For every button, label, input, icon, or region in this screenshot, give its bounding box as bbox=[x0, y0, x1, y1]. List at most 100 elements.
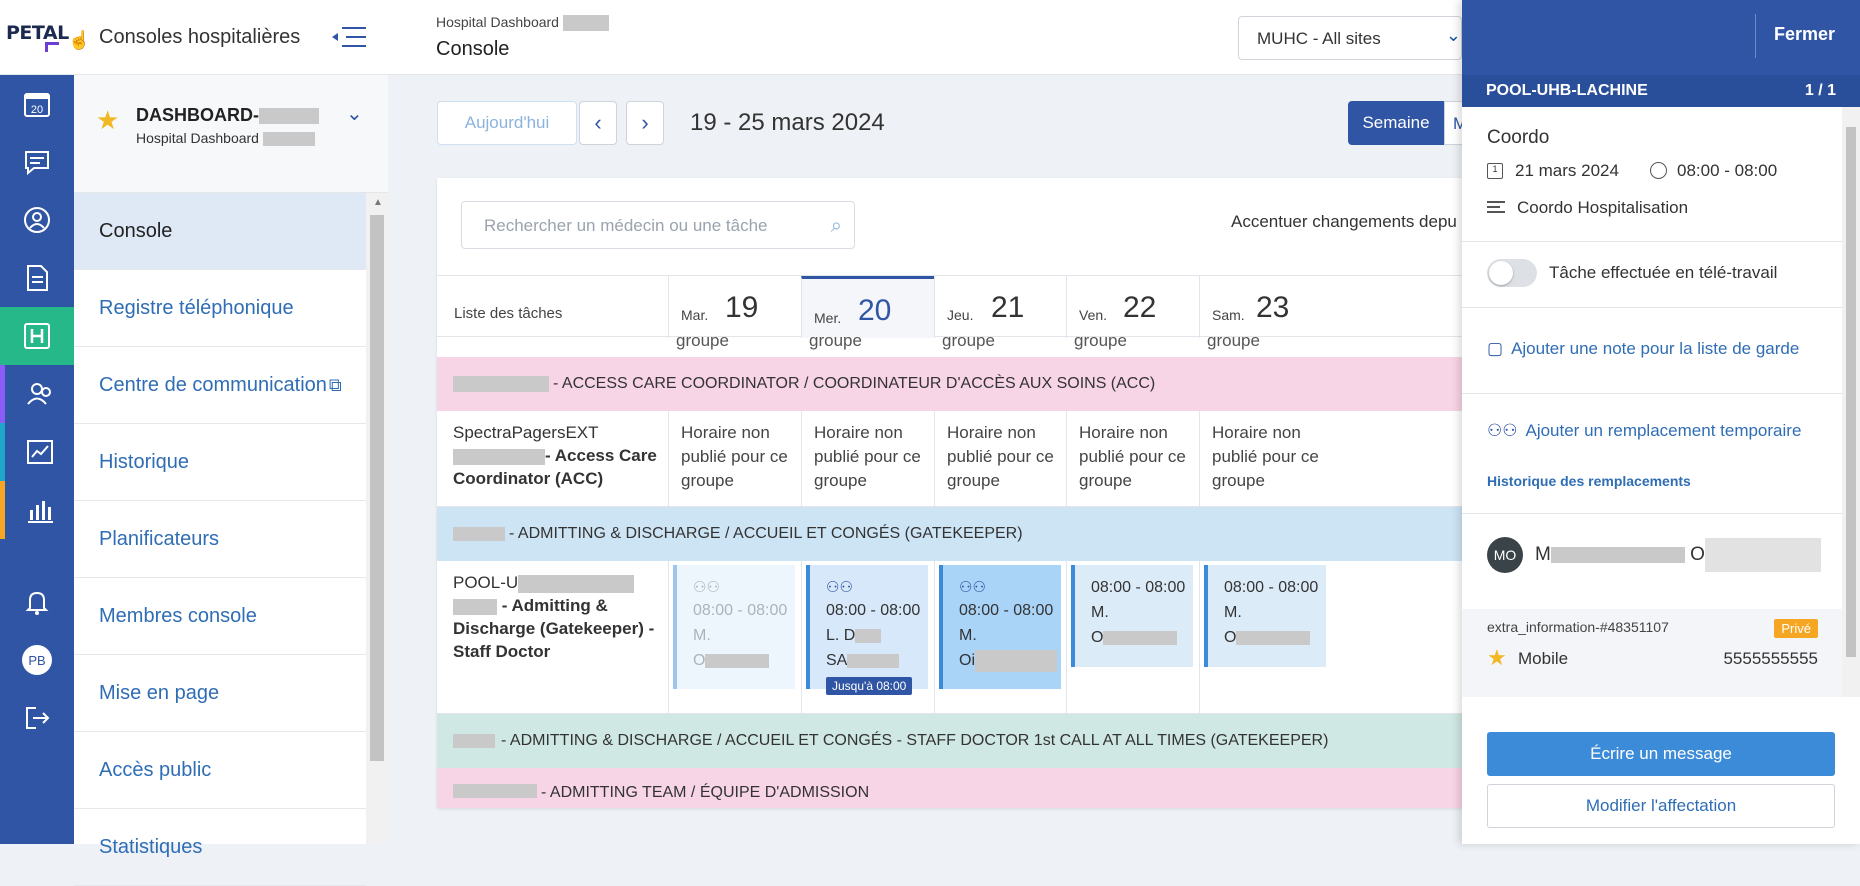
shift-block-selected[interactable]: ⚇⚇ 08:00 - 08:00 M. Oi bbox=[939, 565, 1061, 689]
week-view-button[interactable]: Semaine bbox=[1348, 101, 1444, 145]
close-button[interactable]: Fermer bbox=[1774, 24, 1835, 45]
add-note-link[interactable]: ▢ Ajouter une note pour la liste de garde bbox=[1487, 339, 1799, 359]
schedule-header: Liste des tâches Mar. 19 Mer. 20 Jeu. 21 Ve… bbox=[437, 275, 1462, 338]
day-header-wed[interactable]: Mer. 20 bbox=[801, 276, 934, 338]
schedule-cell[interactable]: Horaire non publié pour ce groupe bbox=[1199, 411, 1332, 506]
sidebar-item-communication-center[interactable]: Centre de communication ⧉ bbox=[74, 347, 366, 424]
previous-week-button[interactable]: ‹ bbox=[579, 101, 617, 145]
rail-documents[interactable] bbox=[0, 249, 74, 307]
pool-bar: POOL-UHB-LACHINE 1 / 1 bbox=[1462, 75, 1860, 107]
rail-hospital[interactable] bbox=[0, 307, 74, 365]
group-band-staff-doctor[interactable]: - ADMITTING & DISCHARGE / ACCUEIL ET CON… bbox=[437, 714, 1462, 768]
sidebar-item-layout[interactable]: Mise en page bbox=[74, 655, 366, 732]
panel-header: Fermer bbox=[1462, 0, 1860, 75]
shift-block[interactable]: 08:00 - 08:00 M. O bbox=[1071, 565, 1193, 667]
group-band-admitting-team[interactable]: - ADMITTING TEAM / ÉQUIPE D'ADMISSION bbox=[437, 768, 1462, 808]
day-header-tue[interactable]: Mar. 19 bbox=[668, 276, 801, 338]
rail-profile[interactable] bbox=[0, 191, 74, 249]
assignment-description: Coordo Hospitalisation bbox=[1487, 198, 1688, 218]
chevron-down-icon[interactable]: ⌄ bbox=[346, 101, 363, 126]
console-sidebar: ★ DASHBOARD- Hospital Dashboard ⌄ Consol… bbox=[74, 75, 388, 886]
schedule-cell[interactable]: Horaire non publié pour ce groupe bbox=[668, 411, 801, 506]
rail-user-menu[interactable]: PB bbox=[0, 631, 74, 689]
sidebar-item-label: Centre de communication bbox=[99, 373, 327, 396]
rail-notifications[interactable] bbox=[0, 573, 74, 631]
group-band-gatekeeper[interactable]: - ADMITTING & DISCHARGE / ACCUEIL ET CON… bbox=[437, 507, 1462, 561]
rail-messages[interactable] bbox=[0, 133, 74, 191]
sidebar-item-public-access[interactable]: Accès public bbox=[74, 732, 366, 809]
task-label[interactable]: SpectraPagersEXT - Access Care Coordinat… bbox=[453, 421, 683, 490]
day-name: Ven. bbox=[1079, 307, 1108, 323]
today-button[interactable]: Aujourd'hui bbox=[437, 101, 577, 145]
schedule-cell: ⚇⚇ 08:00 - 08:00 M. Oi bbox=[934, 561, 1067, 713]
rail-logout[interactable] bbox=[0, 689, 74, 747]
write-message-button[interactable]: Écrire un message bbox=[1487, 732, 1835, 776]
rail-calendar[interactable]: 20 bbox=[0, 75, 74, 133]
rail-team[interactable] bbox=[0, 365, 74, 423]
group-icon bbox=[26, 383, 51, 405]
task-label[interactable]: POOL-U - Admitting & Discharge (Gatekeep… bbox=[453, 571, 683, 663]
main-content: Aujourd'hui ‹ › 19 - 25 mars 2024 Semain… bbox=[388, 75, 1474, 844]
collapse-menu-icon[interactable] bbox=[330, 24, 368, 50]
shift-block[interactable]: ⚇⚇ 08:00 - 08:00 L. D SA Jusqu'à 08:00 bbox=[806, 565, 928, 695]
replacement-history-link[interactable]: Historique des remplacements bbox=[1487, 473, 1691, 489]
cell-text: groupe bbox=[942, 331, 995, 350]
schedule-cell[interactable]: Horaire non publié pour ce groupe bbox=[801, 411, 934, 506]
sidebar-item-label: Mise en page bbox=[99, 681, 220, 704]
sidebar-item-label: Registre téléphonique bbox=[99, 296, 294, 319]
schedule-cell: 08:00 - 08:00 M. O bbox=[1199, 561, 1332, 713]
panel-scroll-thumb[interactable] bbox=[1846, 127, 1856, 657]
bar-chart-icon bbox=[27, 501, 53, 523]
user-avatar: PB bbox=[22, 645, 52, 675]
rail-monitor[interactable] bbox=[0, 423, 74, 481]
schedule-cell[interactable]: Horaire non publié pour ce groupe bbox=[934, 411, 1067, 506]
logout-icon bbox=[26, 707, 50, 729]
private-badge: Privé bbox=[1774, 619, 1818, 638]
dashboard-selector[interactable]: ★ DASHBOARD- Hospital Dashboard ⌄ bbox=[74, 75, 388, 193]
sidebar-item-planners[interactable]: Planificateurs bbox=[74, 501, 366, 578]
calendar-icon: 20 bbox=[24, 93, 50, 117]
favorite-star-icon[interactable]: ★ bbox=[96, 105, 119, 136]
next-week-button[interactable]: › bbox=[626, 101, 664, 145]
header-divider bbox=[1755, 14, 1756, 58]
add-replacement-link[interactable]: ⚇⚇ Ajouter un remplacement temporaire bbox=[1487, 421, 1801, 441]
sidebar-item-label: Accès public bbox=[99, 758, 212, 781]
sidebar-item-label: Membres console bbox=[99, 604, 257, 627]
search-placeholder: Rechercher un médecin ou une tâche bbox=[484, 216, 768, 235]
day-header-sat[interactable]: Sam. 23 bbox=[1199, 276, 1332, 338]
until-badge: Jusqu'à 08:00 bbox=[826, 677, 913, 695]
sidebar-scrollbar[interactable]: ▲ bbox=[366, 193, 388, 844]
schedule-cell: ⚇⚇ 08:00 - 08:00 M. O bbox=[668, 561, 801, 713]
assigned-person[interactable]: MO M O bbox=[1487, 537, 1821, 573]
cell-text: groupe bbox=[1074, 331, 1127, 350]
schedule-cell[interactable]: Horaire non publié pour ce groupe bbox=[1066, 411, 1199, 506]
modify-assignment-button[interactable]: Modifier l'affectation bbox=[1487, 784, 1835, 828]
sidebar-item-phone-registry[interactable]: Registre téléphonique bbox=[74, 270, 366, 347]
mobile-number[interactable]: 5555555555 bbox=[1723, 649, 1818, 669]
telework-label: Tâche effectuée en télé-travail bbox=[1549, 263, 1778, 282]
day-header-fri[interactable]: Ven. 22 bbox=[1066, 276, 1199, 338]
sidebar-scroll-thumb[interactable] bbox=[370, 215, 384, 761]
site-select[interactable]: MUHC - All sites ⌄ bbox=[1238, 16, 1462, 60]
shift-block[interactable]: ⚇⚇ 08:00 - 08:00 M. O bbox=[673, 565, 795, 689]
day-name: Jeu. bbox=[947, 307, 974, 323]
sidebar-item-statistics[interactable]: Statistiques bbox=[74, 809, 366, 886]
sidebar-item-history[interactable]: Historique bbox=[74, 424, 366, 501]
petal-logo[interactable]: PETAL bbox=[6, 22, 69, 44]
calendar-day-number: 20 bbox=[31, 104, 43, 116]
telework-toggle[interactable] bbox=[1487, 259, 1537, 287]
shift-block[interactable]: 08:00 - 08:00 M. O bbox=[1204, 565, 1326, 667]
group-band-acc[interactable]: - ACCESS CARE COORDINATOR / COORDINATEUR… bbox=[437, 357, 1462, 411]
sidebar-nav: Console Registre téléphonique Centre de … bbox=[74, 193, 366, 886]
pool-name: POOL-UHB-LACHINE bbox=[1486, 82, 1648, 99]
day-number: 21 bbox=[991, 291, 1025, 324]
star-icon: ★ bbox=[1487, 645, 1507, 670]
scroll-up-arrow-icon[interactable]: ▲ bbox=[373, 197, 383, 208]
sidebar-item-console-members[interactable]: Membres console bbox=[74, 578, 366, 655]
sidebar-item-console[interactable]: Console bbox=[74, 193, 366, 270]
rail-stats[interactable] bbox=[0, 481, 74, 539]
panel-scrollbar[interactable] bbox=[1842, 107, 1860, 697]
search-input[interactable]: Rechercher un médecin ou une tâche ⌕ bbox=[461, 201, 855, 249]
day-header-thu[interactable]: Jeu. 21 bbox=[934, 276, 1067, 338]
chevron-left-icon: ‹ bbox=[594, 110, 602, 135]
